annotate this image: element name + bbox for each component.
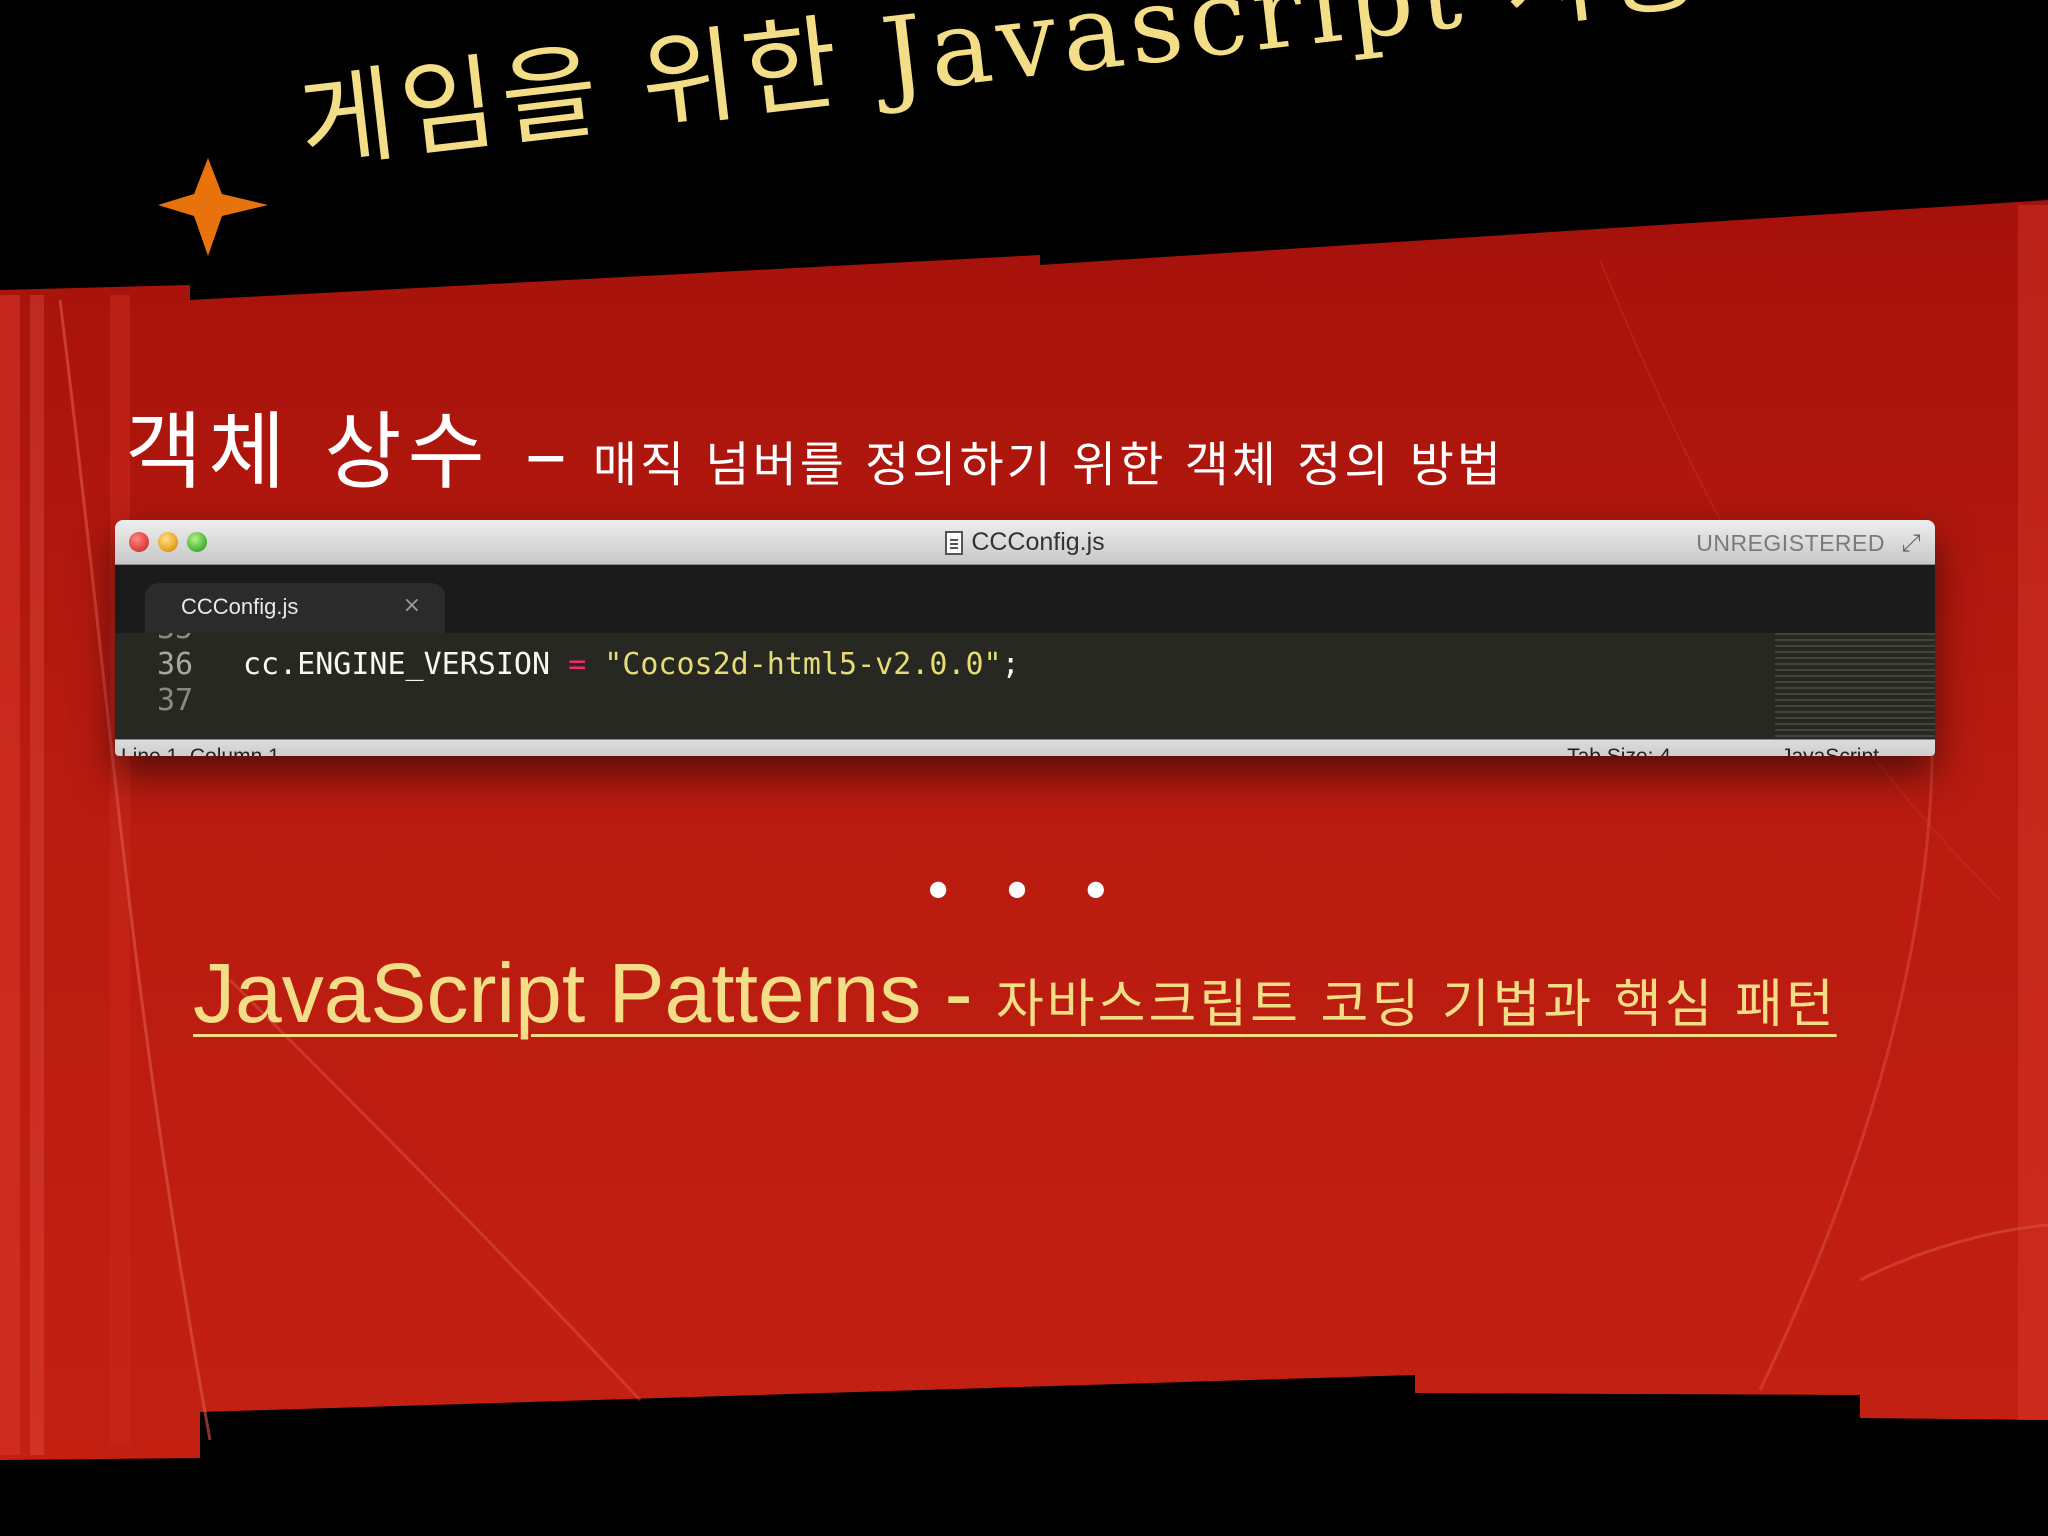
code-line: cc.ENGINE_VERSION = "Cocos2d-html5-v2.0.… xyxy=(243,647,1020,682)
code-terminator: ; xyxy=(1001,647,1020,682)
close-icon[interactable]: × xyxy=(403,593,421,618)
section-heading-main: 객체 상수 xyxy=(125,403,491,501)
line-number-next: 37 xyxy=(157,683,194,718)
document-icon xyxy=(945,531,964,555)
line-number: 36 xyxy=(157,647,194,682)
status-bar: Line 1, Column 1 Tab Size: 4 JavaScript xyxy=(115,739,1935,756)
tab-bar: CCConfig.js × xyxy=(115,565,1935,633)
slide: 게임을 위한 Javascript 사용 패턴 2/2 객체 상수–매직 넘버를… xyxy=(0,0,2048,1536)
book-link[interactable]: JavaScript Patterns - 자바스크립트 코딩 기법과 핵심 패… xyxy=(193,945,1837,1042)
unregistered-label: UNREGISTERED xyxy=(1696,530,1885,556)
minimap[interactable] xyxy=(1775,633,1935,739)
code-editor-window: CCConfig.js UNREGISTERED ⤢ CCConfig.js ×… xyxy=(115,520,1935,756)
tab-ccconfig[interactable]: CCConfig.js × xyxy=(145,583,445,633)
window-title-text: CCConfig.js xyxy=(971,528,1105,556)
editor-titlebar: CCConfig.js UNREGISTERED ⤢ xyxy=(115,520,1935,565)
book-link-subtitle: 자바스크립트 코딩 기법과 핵심 패턴 xyxy=(995,975,1837,1035)
line-number-prev: 35 xyxy=(157,633,193,646)
curtain-background xyxy=(0,0,2048,1536)
book-link-title: JavaScript Patterns - xyxy=(193,946,996,1040)
code-string: "Cocos2d-html5-v2.0.0" xyxy=(586,647,1002,682)
tab-size-selector[interactable]: Tab Size: 4 xyxy=(1567,745,1671,756)
code-operator: = xyxy=(568,647,587,682)
code-identifier: cc.ENGINE_VERSION xyxy=(243,647,569,682)
code-area[interactable]: 35 36 cc.ENGINE_VERSION = "Cocos2d-html5… xyxy=(115,633,1935,739)
window-title: CCConfig.js xyxy=(115,528,1935,557)
section-heading-description: 매직 넘버를 정의하기 위한 객체 정의 방법 xyxy=(592,437,1505,493)
cursor-position: Line 1, Column 1 xyxy=(121,745,280,756)
tab-label: CCConfig.js xyxy=(181,594,299,619)
expand-icon[interactable]: ⤢ xyxy=(1897,529,1925,557)
syntax-selector[interactable]: JavaScript xyxy=(1781,745,1879,756)
ellipsis: • • • xyxy=(921,860,1127,925)
section-heading: 객체 상수 – 매직 넘버를 정의하기 위한 객체 정의 방법 xyxy=(125,385,1504,506)
section-heading-dash: – xyxy=(524,403,567,501)
